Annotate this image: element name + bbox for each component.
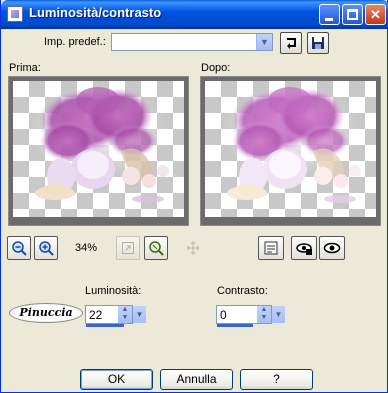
before-label: Prima:: [9, 62, 41, 74]
maximize-button[interactable]: [342, 4, 363, 25]
brightness-label: Luminosità:: [85, 285, 142, 297]
presets-combo[interactable]: ▼: [111, 33, 273, 51]
brightness-level-bar: [86, 324, 124, 327]
contrast-value[interactable]: 0: [220, 308, 227, 322]
window-title: Luminosità/contrasto: [29, 5, 162, 20]
reset-preset-button[interactable]: [280, 32, 302, 54]
spin-up-icon[interactable]: ▲: [257, 306, 271, 314]
fit-window-icon: [122, 242, 134, 254]
magnifier-icon: [149, 241, 164, 256]
auto-proof-button[interactable]: [291, 236, 317, 260]
cancel-button[interactable]: Annulla: [160, 369, 233, 390]
chevron-down-icon[interactable]: ▼: [272, 306, 285, 323]
close-button[interactable]: ✕: [365, 4, 386, 25]
maximize-icon: [347, 9, 358, 20]
chevron-down-icon[interactable]: ▼: [133, 306, 146, 323]
minimize-button[interactable]: [319, 4, 340, 25]
app-icon: [7, 6, 23, 22]
spin-down-icon[interactable]: ▼: [118, 314, 132, 322]
chevron-down-icon[interactable]: ▼: [256, 34, 272, 50]
proof-button[interactable]: [319, 236, 345, 260]
close-icon: ✕: [370, 7, 381, 22]
eye-lock-icon: [296, 243, 312, 255]
fit-window-button[interactable]: [116, 236, 140, 260]
minimize-icon: [325, 18, 333, 21]
zoom-in-button[interactable]: [34, 236, 58, 260]
preview-options-icon: [264, 241, 278, 255]
pan-button[interactable]: [181, 236, 205, 260]
preview-options-button[interactable]: [258, 236, 284, 260]
help-button[interactable]: ?: [240, 369, 313, 390]
zoom-in-icon: [39, 241, 54, 256]
zoom-actual-button[interactable]: [144, 236, 168, 260]
spin-up-icon[interactable]: ▲: [118, 306, 132, 314]
contrast-label: Contrasto:: [217, 285, 268, 297]
spin-down-icon[interactable]: ▼: [257, 314, 271, 322]
before-preview-image: [13, 81, 184, 217]
contrast-spinner[interactable]: 0 ▲ ▼ ▼: [216, 305, 285, 327]
zoom-out-icon: [12, 241, 27, 256]
after-preview[interactable]: [200, 76, 381, 226]
save-preset-button[interactable]: [307, 32, 329, 54]
after-label: Dopo:: [201, 62, 231, 74]
brightness-contrast-dialog: Luminosità/contrasto ✕ Imp. predef.: ▼ P…: [0, 0, 388, 393]
flowers-still-life-image: [28, 86, 169, 203]
title-bar[interactable]: Luminosità/contrasto ✕: [1, 0, 388, 29]
eye-icon: [323, 242, 341, 254]
zoom-level: 34%: [75, 242, 98, 254]
flowers-still-life-image: [220, 86, 361, 203]
contrast-level-bar: [217, 324, 253, 327]
signature-badge: Pinuccia: [9, 303, 83, 323]
brightness-spinner[interactable]: 22 ▲ ▼ ▼: [85, 305, 146, 327]
presets-label: Imp. predef.:: [44, 36, 106, 48]
pan-arrows-icon: [186, 241, 200, 255]
zoom-out-button[interactable]: [7, 236, 31, 260]
contrast-spin-arrows[interactable]: ▲ ▼: [257, 306, 271, 323]
before-preview[interactable]: [8, 76, 189, 226]
floppy-disk-icon: [312, 37, 324, 49]
brightness-value[interactable]: 22: [89, 308, 102, 322]
ok-button[interactable]: OK: [80, 369, 153, 390]
reset-arrow-icon: [287, 38, 296, 49]
after-preview-image: [205, 81, 376, 217]
brightness-spin-arrows[interactable]: ▲ ▼: [118, 306, 132, 323]
